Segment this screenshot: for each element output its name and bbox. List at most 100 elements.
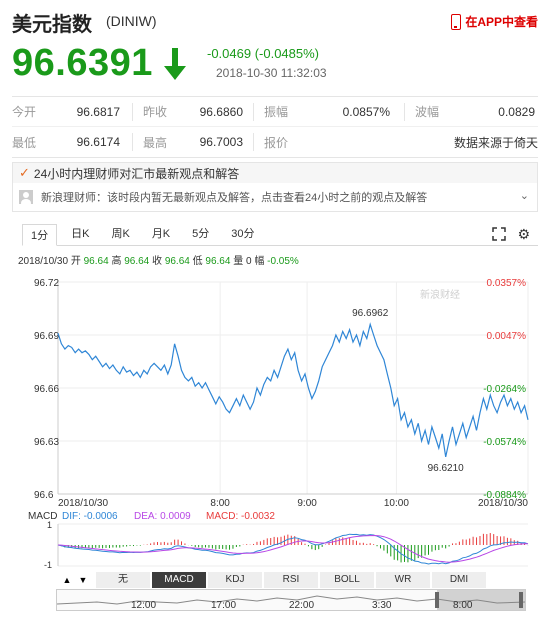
stat-value: 0.0829 — [498, 104, 535, 119]
high-label: 高 — [111, 256, 122, 267]
stat-low: 最低 96.6174 — [12, 127, 132, 157]
data-source-label: 数据来源于倚天 — [453, 135, 538, 150]
news-text: 新浪理财师：该时段内暂无最新观点及解答，点击查看24小时之前的观点及解答 — [41, 192, 428, 204]
down-arrow-icon — [164, 48, 186, 80]
x-tick-label: 2018/10/30 — [478, 498, 528, 509]
tab-1min[interactable]: 1分 — [22, 224, 58, 246]
tab-30min[interactable]: 30分 — [223, 223, 262, 245]
nav-label: 8:00 — [453, 600, 473, 611]
quote-timestamp: 2018-10-30 11:32:03 — [216, 66, 327, 80]
price-chart[interactable]: 96.72 96.69 96.66 96.63 96.6 0.0357% 0.0047% -… — [0, 268, 550, 570]
nav-label: 3:30 — [372, 600, 392, 611]
navigator-handle-left[interactable] — [435, 592, 439, 608]
macd-labels: MACD DIF: -0.0006 DEA: 0.0009 MACD: -0.0… — [28, 511, 275, 522]
tab-monthly[interactable]: 月K — [144, 223, 178, 245]
price-annotation: 96.6210 — [428, 463, 465, 474]
check-icon: ✓ — [19, 165, 30, 180]
stat-high: 最高 96.7003 — [133, 127, 253, 157]
volume-label: 量 — [233, 256, 244, 267]
tab-boll[interactable]: BOLL — [320, 572, 374, 588]
stat-value: 96.6817 — [76, 104, 120, 119]
chart-date: 2018/10/30 — [18, 256, 69, 267]
chart-info: 2018/10/30 开 96.64 高 96.64 收 96.64 低 96.… — [18, 252, 299, 267]
x-tick-label: 10:00 — [384, 498, 409, 509]
fullscreen-icon[interactable] — [492, 227, 506, 241]
macd-dif-line — [57, 533, 529, 565]
chevron-down-icon[interactable]: ⌄ — [520, 189, 529, 202]
macd-name: MACD — [28, 511, 57, 522]
stat-value: 96.6860 — [199, 104, 243, 119]
low-label: 低 — [192, 256, 203, 267]
period-tabs: 1分 日K 周K 月K 5分 30分 ⚙ — [22, 224, 538, 246]
high-value: 96.64 — [124, 256, 150, 267]
stat-label: 最高 — [143, 135, 168, 150]
tab-dmi[interactable]: DMI — [432, 572, 486, 588]
stats-row: 最低 96.6174 最高 96.7003 报价 数据来源于倚天 — [12, 127, 538, 157]
stat-range: 波幅 0.0829 — [405, 97, 538, 126]
macd-panel: 1-1 — [44, 520, 529, 570]
y-tick-label-pct: 0.0047% — [487, 331, 527, 342]
stat-label: 今开 — [12, 105, 37, 119]
time-navigator[interactable]: 12:00 17:00 22:00 3:30 8:00 — [56, 589, 526, 611]
nav-label: 12:00 — [131, 600, 157, 611]
x-tick-label: 8:00 — [210, 498, 230, 509]
tab-kdj[interactable]: KDJ — [208, 572, 262, 588]
stat-value: 96.7003 — [199, 135, 243, 149]
open-in-app-link[interactable]: 在APP中查看 — [451, 13, 538, 30]
avatar — [19, 190, 33, 204]
y-tick-label: 96.63 — [34, 437, 59, 448]
y-tick-label-pct: -0.0574% — [483, 437, 526, 448]
stats-row: 今开 96.6817 昨收 96.6860 振幅 0.0857% 波幅 0.08… — [12, 97, 538, 127]
macd-dea-line — [57, 534, 528, 563]
news-item[interactable]: 新浪理财师：该时段内暂无最新观点及解答，点击查看24小时之前的观点及解答 — [13, 183, 537, 211]
scroll-down-button[interactable]: ▼ — [76, 572, 90, 588]
navigator-handle-right[interactable] — [519, 592, 523, 608]
y-tick-label: 96.66 — [34, 384, 59, 395]
amp-label: 幅 — [254, 256, 265, 267]
stat-label: 波幅 — [415, 105, 440, 119]
phone-icon — [451, 13, 462, 30]
tab-macd[interactable]: MACD — [152, 572, 206, 588]
stat-quote: 报价 — [254, 127, 404, 157]
stat-prev-close: 昨收 96.6860 — [133, 97, 253, 126]
tab-none[interactable]: 无 — [96, 572, 150, 588]
x-axis: 2018/10/30 8:00 9:00 10:00 2018/10/30 — [58, 498, 528, 509]
open-value: 96.64 — [83, 256, 109, 267]
y-tick-label: 96.6 — [34, 490, 54, 501]
stat-label: 报价 — [264, 135, 289, 150]
amp-value: -0.05% — [267, 256, 299, 267]
tab-daily[interactable]: 日K — [63, 223, 97, 245]
close-value: 96.64 — [164, 256, 190, 267]
tab-weekly[interactable]: 周K — [103, 223, 137, 245]
stat-value: 0.0857% — [342, 104, 390, 119]
news-headline: 24小时内理财师对汇市最新观点和解答 — [33, 166, 240, 181]
navigator-window[interactable] — [437, 590, 525, 610]
scroll-up-button[interactable]: ▲ — [60, 572, 74, 588]
close-label: 收 — [152, 256, 163, 267]
y-axis-left: 96.72 96.69 96.66 96.63 96.6 — [34, 278, 59, 501]
stats-table: 今开 96.6817 昨收 96.6860 振幅 0.0857% 波幅 0.08… — [12, 96, 538, 158]
stat-amplitude: 振幅 0.0857% — [254, 97, 404, 126]
macd-dif: DIF: -0.0006 — [62, 511, 118, 522]
news-header[interactable]: ✓ 24小时内理财师对汇市最新观点和解答 — [13, 163, 537, 183]
quote-row: 96.6391 -0.0469 (-0.0485%) 2018-10-30 11… — [12, 42, 538, 88]
volume-value: 0 — [246, 256, 252, 267]
stat-value: 96.6174 — [76, 135, 120, 149]
gear-icon[interactable]: ⚙ — [517, 226, 530, 243]
current-price: 96.6391 — [12, 42, 153, 84]
y-axis-right: 0.0357%0.0047%-0.0264%-0.0574%-0.0884% — [483, 278, 526, 501]
tab-rsi[interactable]: RSI — [264, 572, 318, 588]
advisor-news-box[interactable]: ✓ 24小时内理财师对汇市最新观点和解答 新浪理财师：该时段内暂无最新观点及解答… — [12, 162, 538, 212]
tab-5min[interactable]: 5分 — [184, 223, 217, 245]
macd-dea: DEA: 0.0009 — [134, 511, 191, 522]
price-line — [57, 322, 529, 458]
y-tick-label: 96.72 — [34, 278, 59, 289]
y-tick-label: 96.69 — [34, 331, 59, 342]
symbol-code: (DINIW) — [106, 13, 157, 29]
stat-open: 今开 96.6817 — [12, 97, 132, 126]
open-in-app-label: 在APP中查看 — [465, 15, 538, 29]
price-change: -0.0469 (-0.0485%) — [207, 46, 320, 61]
open-label: 开 — [70, 256, 81, 267]
tab-wr[interactable]: WR — [376, 572, 430, 588]
macd-value: MACD: -0.0032 — [206, 511, 275, 522]
